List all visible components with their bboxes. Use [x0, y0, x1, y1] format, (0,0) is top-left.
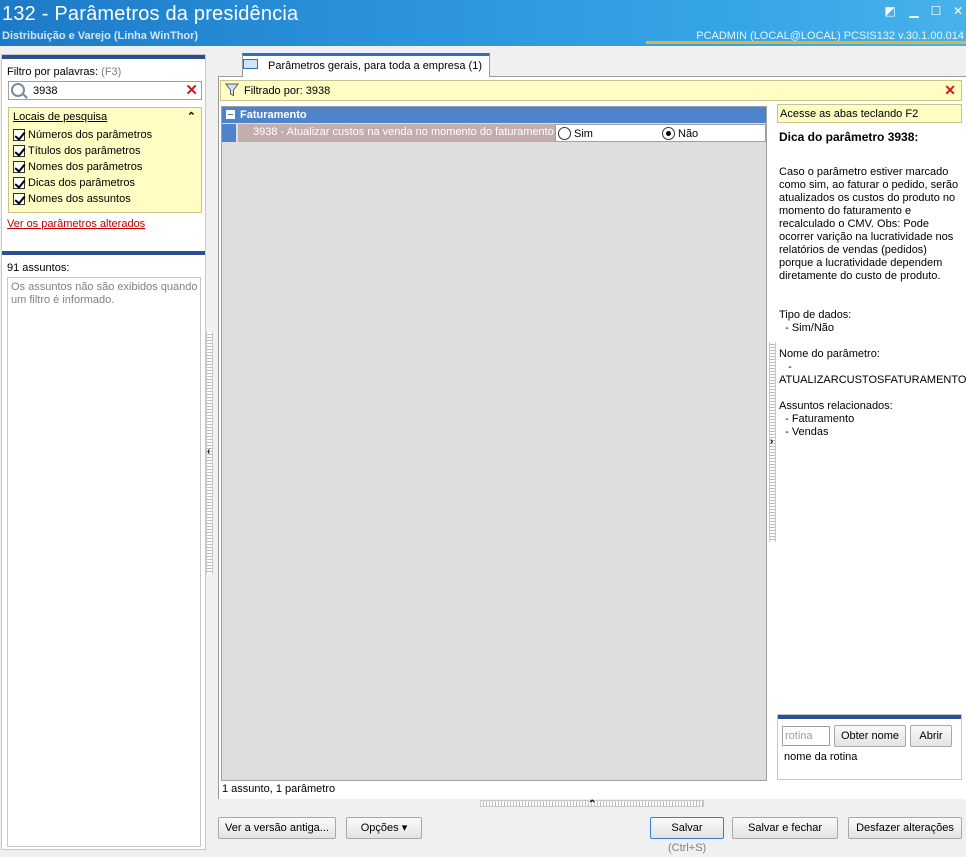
clear-filtered-icon[interactable]: ✕	[944, 82, 956, 99]
collapse-icon[interactable]: ⌃	[187, 110, 196, 123]
rotina-input[interactable]: rotina	[782, 726, 830, 746]
parameter-options: Sim Não	[555, 124, 766, 142]
left-filter-panel: Filtro por palavras: (F3) 3938 ✕ Locais …	[1, 54, 206, 850]
rotina-panel: rotina Obter nome Abrir nome da rotina	[777, 714, 962, 780]
expand-up-icon[interactable]: ⌃	[588, 799, 596, 810]
checkbox-checked-icon[interactable]	[13, 177, 25, 189]
assuntos-count: 91 assuntos:	[7, 262, 70, 274]
checkbox-checked-icon[interactable]	[13, 129, 25, 141]
title-bar: 132 - Parâmetros da presidência Distribu…	[0, 0, 966, 46]
collapse-left-icon[interactable]: ‹	[207, 446, 210, 457]
hint-title: Dica do parâmetro 3938:	[779, 130, 919, 144]
window-subtitle: Distribuição e Varejo (Linha WinThor)	[2, 30, 199, 42]
save-shortcut-label: (Ctrl+S)	[668, 842, 707, 854]
search-icon	[11, 83, 25, 97]
filter-label: Filtro por palavras: (F3)	[7, 66, 122, 78]
rotina-name-label: nome da rotina	[784, 751, 858, 763]
search-locations-box: Locais de pesquisa ⌃ Números dos parâmet…	[8, 107, 202, 213]
checkbox-assuntos[interactable]: Nomes dos assuntos	[13, 193, 131, 205]
group-header-faturamento[interactable]: Faturamento	[222, 107, 766, 123]
search-value: 3938	[33, 85, 58, 97]
radio-checked-icon[interactable]	[662, 127, 675, 140]
shortcut-hint: Acesse as abas teclando F2	[777, 104, 962, 123]
close-icon[interactable]: ✕	[950, 4, 966, 18]
assuntos-message: Os assuntos não são exibidos quando um f…	[11, 281, 198, 306]
search-input[interactable]: 3938 ✕	[8, 81, 202, 100]
clear-filter-icon[interactable]: ✕	[185, 82, 198, 99]
checkbox-checked-icon[interactable]	[13, 193, 25, 205]
parameter-name: 3938 - Atualizar custos na venda no mome…	[238, 124, 555, 142]
restore-down-icon[interactable]: ◩	[882, 4, 898, 18]
funnel-icon	[225, 83, 239, 97]
ver-versao-antiga-button[interactable]: Ver a versão antiga...	[218, 817, 336, 839]
tipo-dados: Tipo de dados: - Sim/Não	[779, 309, 852, 334]
collapse-group-icon[interactable]	[226, 110, 235, 119]
hint-body: Caso o parâmetro estiver marcado como si…	[779, 166, 959, 282]
search-locations-title[interactable]: Locais de pesquisa	[13, 111, 107, 123]
checkbox-checked-icon[interactable]	[13, 145, 25, 157]
abrir-button[interactable]: Abrir	[910, 725, 952, 747]
tab-parametros-gerais[interactable]: Parâmetros gerais, para toda a empresa (…	[242, 53, 490, 77]
accent-line	[646, 41, 966, 44]
ver-parametros-alterados-link[interactable]: Ver os parâmetros alterados	[7, 218, 145, 230]
group-label: Faturamento	[240, 109, 307, 121]
checkbox-checked-icon[interactable]	[13, 161, 25, 173]
collapse-right-icon[interactable]: ›	[770, 436, 773, 447]
save-button[interactable]: Salvar	[650, 817, 724, 839]
filtered-text: Filtrado por: 3938	[244, 85, 331, 97]
table-row[interactable]: 3938 - Atualizar custos na venda no mome…	[222, 124, 766, 142]
assuntos-list[interactable]: Os assuntos não são exibidos quando um f…	[7, 277, 201, 847]
checkbox-numeros[interactable]: Números dos parâmetros	[13, 129, 152, 141]
checkbox-dicas[interactable]: Dicas dos parâmetros	[13, 177, 135, 189]
parameters-grid: Faturamento 3938 - Atualizar custos na v…	[221, 106, 767, 781]
window-title: 132 - Parâmetros da presidência	[2, 3, 299, 25]
radio-unchecked-icon[interactable]	[558, 127, 571, 140]
undo-changes-button[interactable]: Desfazer alterações	[848, 817, 962, 839]
filter-shortcut: (F3)	[101, 66, 122, 78]
obter-nome-button[interactable]: Obter nome	[834, 725, 906, 747]
save-and-close-button[interactable]: Salvar e fechar	[732, 817, 838, 839]
radio-sim[interactable]: Sim	[558, 127, 593, 140]
radio-nao[interactable]: Não	[662, 127, 698, 140]
opcoes-button[interactable]: Opções ▾	[346, 817, 422, 839]
maximize-icon[interactable]: ☐	[928, 4, 944, 18]
checkbox-nomes[interactable]: Nomes dos parâmetros	[13, 161, 142, 173]
folder-icon	[243, 59, 258, 69]
minimize-icon[interactable]: ▁	[906, 4, 922, 18]
help-panel: Acesse as abas teclando F2 Dica do parâm…	[777, 104, 966, 780]
tab-label: Parâmetros gerais, para toda a empresa (…	[268, 60, 482, 72]
filtered-bar: Filtrado por: 3938 ✕	[220, 80, 962, 101]
status-count: 1 assunto, 1 parâmetro	[222, 783, 336, 795]
nome-parametro: Nome do parâmetro: - ATUALIZARCUSTOSFATU…	[779, 348, 966, 386]
assuntos-relacionados: Assuntos relacionados: - Faturamento - V…	[779, 400, 893, 438]
checkbox-titulos[interactable]: Títulos dos parâmetros	[13, 145, 141, 157]
